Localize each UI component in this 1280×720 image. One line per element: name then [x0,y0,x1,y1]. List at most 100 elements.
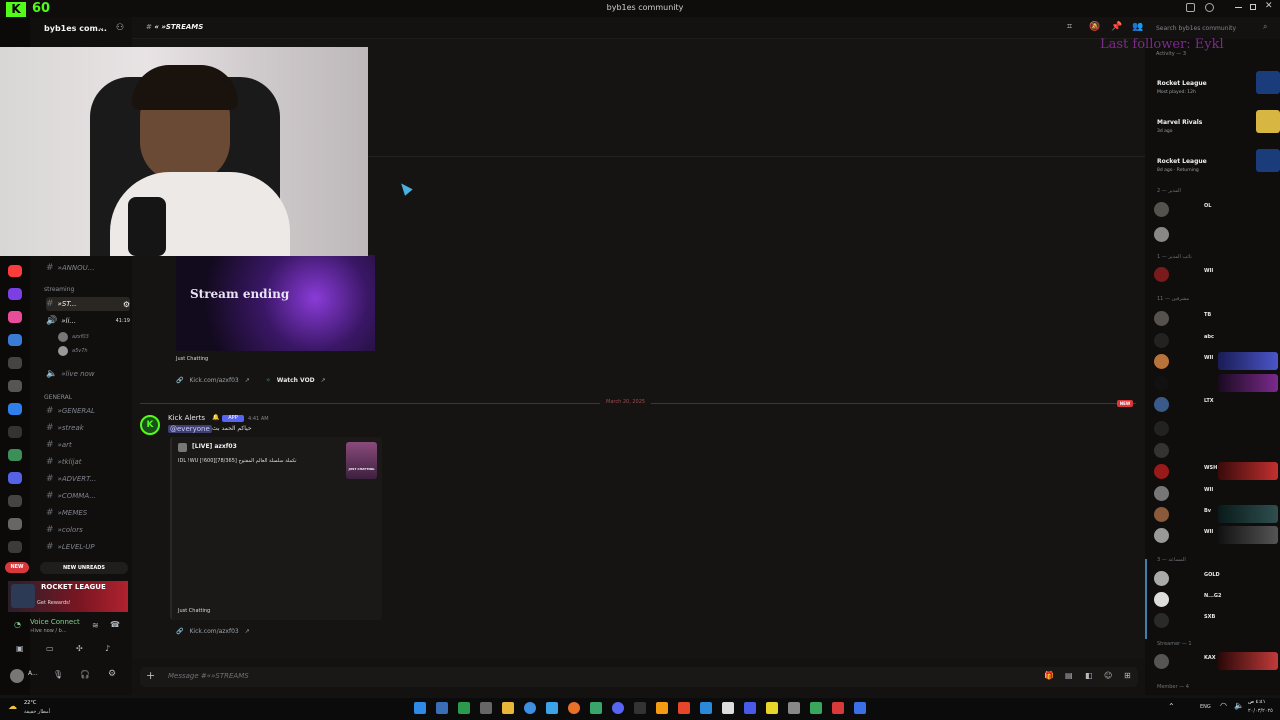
member-item[interactable] [1154,225,1278,243]
windows-start-icon[interactable] [414,702,426,714]
member-item[interactable]: SXB [1154,611,1278,629]
app-icon[interactable] [480,702,492,714]
app-icon[interactable] [788,702,800,714]
language-indicator[interactable]: ENG [1200,704,1211,710]
app-icon[interactable] [854,702,866,714]
app-icon[interactable] [458,702,470,714]
discord-icon[interactable] [612,702,624,714]
server-icon[interactable] [8,265,22,277]
kick-link[interactable]: Kick.com/azxf03 [189,377,238,384]
channel-tklijat[interactable]: # »tklijat [46,455,130,469]
channel-streak[interactable]: # »streak [46,421,130,435]
server-icon[interactable] [8,288,22,300]
channel-live-voice[interactable]: 🔊 »li... 41:19 [46,314,130,328]
members-icon[interactable]: 👥 [1132,22,1143,32]
gear-icon[interactable]: ⚙ [108,669,116,679]
firefox-icon[interactable] [568,702,580,714]
app-icon[interactable] [546,702,558,714]
app-icon[interactable] [634,702,646,714]
everyone-mention[interactable]: @everyone [168,425,212,433]
server-icon[interactable] [8,518,22,530]
member-item[interactable]: TB [1154,309,1278,327]
server-icon[interactable] [8,380,22,392]
member-item[interactable] [1154,441,1278,459]
activity-game[interactable]: Rocket League [1157,80,1207,87]
message-author[interactable]: Kick Alerts [168,414,205,422]
server-icon[interactable] [8,357,22,369]
member-item[interactable]: GOLD [1154,569,1278,587]
server-icon[interactable] [8,334,22,346]
avatar[interactable] [10,669,24,683]
app-icon[interactable] [744,702,756,714]
server-icon[interactable] [8,426,22,438]
channel-general[interactable]: # »GENERAL [46,404,130,418]
server-icon[interactable] [8,472,22,484]
scrollbar[interactable] [1145,559,1147,639]
camera-icon[interactable]: ▣ [16,644,24,653]
member-item[interactable]: WII [1154,484,1278,502]
weather-temp[interactable]: 22°C [24,700,36,706]
embed-title[interactable]: [LIVE] azxf03 [192,443,237,450]
stream-thumbnail[interactable]: JUST CHATTING [346,442,377,479]
member-item[interactable] [1154,374,1278,392]
channel-memes[interactable]: # »MEMES [46,506,130,520]
kick-link[interactable]: Kick.com/azxf03 [189,628,238,635]
close-icon[interactable]: ✕ [1265,1,1273,11]
soundboard-icon[interactable]: ♪ [105,644,110,653]
threads-icon[interactable]: ⌗ [1067,22,1072,32]
activity-game[interactable]: Marvel Rivals [1157,119,1202,126]
clock-time[interactable]: ٤:٤١ ص [1248,699,1265,705]
member-item[interactable]: LTX [1154,395,1278,413]
chevron-down-icon[interactable]: ⌄ [98,23,105,32]
server-icon[interactable] [8,403,22,415]
rocket-league-banner[interactable]: ROCKET LEAGUE Get Rewards! [8,581,128,612]
channel-level-up[interactable]: # »LEVEL-UP [46,540,130,554]
microphone-icon[interactable]: 🎙 [53,670,63,679]
search-input[interactable]: Search byb1es community [1150,22,1264,35]
maximize-icon[interactable] [1250,4,1256,10]
channel-art[interactable]: # »art [46,438,130,452]
gift-icon[interactable]: 🎁 [1044,671,1054,680]
new-badge[interactable]: NEW [5,562,29,573]
app-icon[interactable] [590,702,602,714]
watch-vod-link[interactable]: Watch VOD [277,377,315,384]
channel-colors[interactable]: # »colors [46,523,130,537]
settings-icon[interactable]: ⚙ [123,300,130,309]
server-icon[interactable] [8,541,22,553]
avatar[interactable]: K [140,415,160,435]
channel-commands[interactable]: # »COMMA... [46,489,130,503]
chrome-icon[interactable] [524,702,536,714]
category-general[interactable]: GENERAL [44,394,72,401]
disconnect-icon[interactable]: ☎ [110,620,120,629]
voice-user[interactable]: azxf03 [58,330,130,344]
help-icon[interactable] [1205,3,1214,12]
stream-ending-image[interactable]: Stream ending [176,255,375,351]
activity-icon[interactable]: ✣ [76,644,83,653]
chevron-up-icon[interactable]: ⌃ [1168,702,1175,711]
sticker-icon[interactable]: ◧ [1085,671,1093,680]
new-unreads-button[interactable]: NEW UNREADS [40,562,128,574]
app-icon[interactable] [832,702,844,714]
category-streaming[interactable]: streaming [44,286,74,293]
inbox-icon[interactable] [1186,3,1195,12]
volume-icon[interactable]: 🔈 [1234,701,1244,710]
activity-game[interactable]: Rocket League [1157,158,1207,165]
member-item[interactable] [1154,419,1278,437]
app-icon[interactable] [766,702,778,714]
member-item[interactable]: Bv [1154,505,1278,523]
gif-icon[interactable]: ▤ [1065,671,1073,680]
mute-icon[interactable]: 🔕 [1089,22,1100,32]
member-item[interactable]: WII [1154,526,1278,544]
member-item[interactable]: WSH [1154,462,1278,480]
noise-suppression-icon[interactable]: ≋ [92,621,99,630]
task-view-icon[interactable] [436,702,448,714]
server-icon[interactable] [8,449,22,461]
app-icon[interactable] [810,702,822,714]
message-input[interactable]: Message #«»STREAMS [168,672,249,680]
username[interactable]: A... [28,670,38,677]
member-item[interactable]: N...G2 [1154,590,1278,608]
message-composer[interactable]: + Message #«»STREAMS 🎁 ▤ ◧ ☺ ⊞ [140,667,1138,687]
apps-icon[interactable]: ⊞ [1124,671,1131,680]
channel-announcements[interactable]: # »ANNOU... [46,261,130,275]
member-item[interactable]: WII [1154,352,1278,370]
